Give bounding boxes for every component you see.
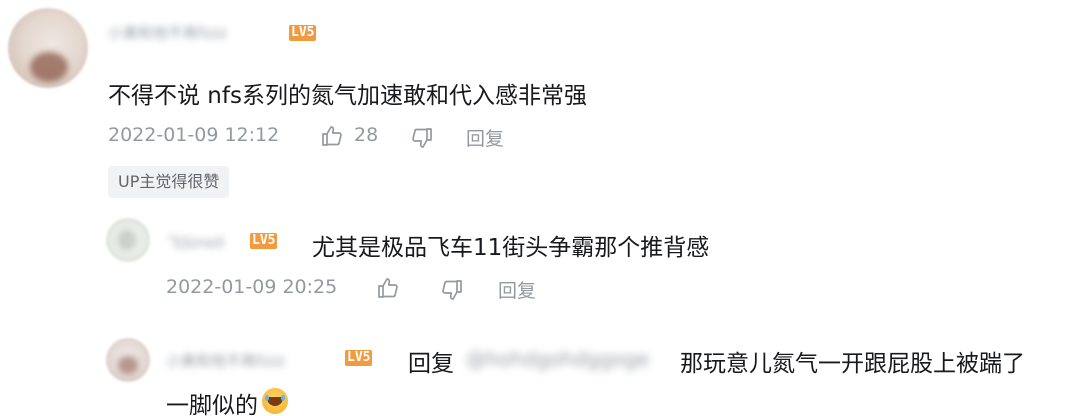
comment-text: 不得不说 nfs系列的氮气加速敢和代入感非常强: [108, 83, 587, 109]
laughing-tears-emoji-icon: [262, 388, 288, 414]
comment-thread: 小黄和他不再fzzz LV5 不得不说 nfs系列的氮气加速敢和代入感非常强 2…: [0, 0, 1080, 416]
mention-link[interactable]: @hohdgohdggoge: [466, 347, 649, 371]
reply-prefix: 回复: [408, 351, 454, 377]
reply-button[interactable]: 回复: [498, 276, 536, 303]
comment-timestamp: 2022-01-09 12:12: [108, 124, 280, 146]
avatar[interactable]: [8, 8, 88, 88]
thumbs-down-icon[interactable]: [440, 278, 464, 302]
up-liked-tag: UP主觉得很赞: [108, 166, 230, 198]
reply-username[interactable]: 飞Sirrell: [166, 232, 224, 253]
level-badge: LV5: [289, 25, 317, 41]
reply-username[interactable]: 小黄和他不再fzzz: [166, 350, 285, 371]
reply-button[interactable]: 回复: [466, 124, 504, 151]
like-count: 28: [354, 124, 379, 146]
reply-text: 尤其是极品飞车11街头争霸那个推背感: [312, 235, 710, 261]
level-badge: LV5: [345, 350, 373, 366]
username[interactable]: 小黄和他不再fzzz: [108, 22, 227, 43]
thumbs-up-icon[interactable]: [376, 276, 400, 300]
level-badge: LV5: [250, 233, 278, 249]
reply-avatar[interactable]: [106, 218, 150, 262]
reply-avatar[interactable]: [106, 338, 150, 382]
thumbs-down-icon[interactable]: [410, 126, 434, 150]
thumbs-up-icon[interactable]: [320, 124, 344, 148]
reply-text-line1: 那玩意儿氮气一开跟屁股上被踹了: [680, 351, 1025, 377]
reply-timestamp: 2022-01-09 20:25: [166, 276, 338, 298]
reply-text-line2: 一脚似的: [166, 393, 258, 416]
